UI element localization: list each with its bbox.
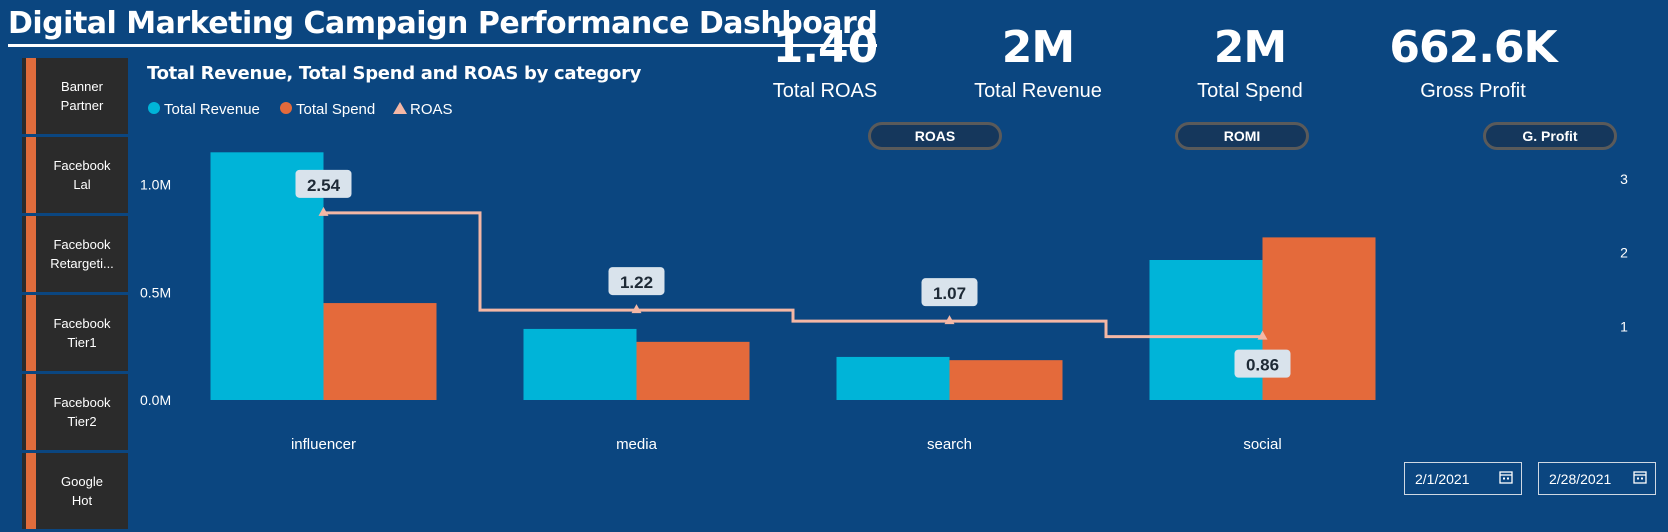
- y-left-tick-label: 0.0M: [140, 392, 171, 408]
- selection-marker: [26, 453, 36, 529]
- bar-total-revenue: [523, 328, 637, 400]
- bar-total-spend: [636, 341, 750, 400]
- y-right-tick-label: 2: [1620, 245, 1628, 261]
- y-right-tick-label: 3: [1620, 171, 1628, 187]
- slicer-item-google-hot[interactable]: Google Hot: [22, 453, 128, 529]
- slicer-item-label: Google Hot: [61, 474, 103, 508]
- legend-label-roas: ROAS: [410, 101, 453, 118]
- revenue-spend-roas-chart: Total Revenue, Total Spend and ROAS by c…: [140, 63, 1628, 453]
- roas-data-label: 0.86: [1246, 356, 1279, 375]
- chart-legend: Total Revenue Total Spend ROAS: [148, 101, 453, 118]
- legend-marker-spend: [280, 102, 292, 114]
- roas-data-label: 1.07: [933, 284, 966, 303]
- plot-area: 0.0M 0.5M 1.0M 1 2 3 influencer media search soci…: [140, 152, 1628, 453]
- start-date-value: 2/1/2021: [1415, 470, 1470, 487]
- bar-total-revenue: [1149, 260, 1263, 400]
- x-tick-label: influencer: [291, 436, 356, 453]
- y-left-tick-label: 0.5M: [140, 284, 171, 300]
- bar-total-revenue: [836, 356, 950, 400]
- calendar-icon: [1633, 471, 1647, 484]
- chart-title: Total Revenue, Total Spend and ROAS by c…: [147, 63, 642, 84]
- roas-data-label: 1.22: [620, 273, 653, 292]
- x-tick-label: social: [1243, 436, 1281, 453]
- legend-label-spend: Total Spend: [296, 101, 375, 118]
- x-tick-label: search: [927, 436, 972, 453]
- calendar-icon: [1499, 471, 1513, 484]
- roas-data-label: 2.54: [307, 176, 341, 195]
- y-left-tick-label: 1.0M: [140, 177, 171, 193]
- legend-marker-roas: [393, 102, 407, 114]
- bar-total-spend: [323, 303, 437, 400]
- x-tick-label: media: [616, 436, 658, 453]
- end-date-input[interactable]: 2/28/2021: [1538, 462, 1656, 495]
- bar-total-spend: [949, 360, 1063, 400]
- roas-line: [323, 211, 1263, 339]
- y-right-tick-label: 1: [1620, 318, 1628, 334]
- start-date-input[interactable]: 2/1/2021: [1404, 462, 1522, 495]
- legend-marker-revenue: [148, 102, 160, 114]
- legend-label-revenue: Total Revenue: [164, 101, 260, 118]
- end-date-value: 2/28/2021: [1549, 470, 1612, 487]
